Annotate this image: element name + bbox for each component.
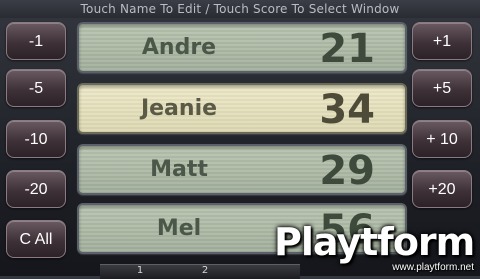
watermark: Playtform www.playtform.net — [274, 220, 475, 274]
page-tab-strip: 1 2 — [100, 264, 300, 279]
player-row[interactable]: Matt 29 — [77, 144, 407, 195]
page-tab-2[interactable]: 2 — [185, 265, 225, 279]
plus-20-button[interactable]: +20 — [412, 170, 472, 208]
instruction-text: Touch Name To Edit / Touch Score To Sele… — [80, 2, 400, 16]
player-name[interactable]: Andre — [79, 24, 279, 71]
player-score[interactable]: 21 — [319, 24, 375, 72]
minus-5-button[interactable]: -5 — [6, 69, 66, 107]
page-tab-1[interactable]: 1 — [120, 265, 160, 279]
player-row[interactable]: Andre 21 — [77, 22, 407, 73]
minus-1-button[interactable]: -1 — [6, 22, 66, 60]
player-name[interactable]: Jeanie — [79, 85, 279, 132]
player-name[interactable]: Mel — [79, 205, 279, 252]
watermark-logo: Playtform — [274, 220, 475, 264]
player-row-selected[interactable]: Jeanie 34 — [77, 83, 407, 134]
plus-1-button[interactable]: +1 — [412, 22, 472, 60]
minus-10-button[interactable]: -10 — [6, 120, 66, 158]
player-score[interactable]: 34 — [319, 85, 375, 133]
plus-10-button[interactable]: + 10 — [412, 120, 472, 158]
minus-20-button[interactable]: -20 — [6, 170, 66, 208]
player-score[interactable]: 29 — [319, 146, 375, 194]
instruction-bar: Touch Name To Edit / Touch Score To Sele… — [0, 0, 480, 18]
clear-all-button[interactable]: C All — [6, 220, 66, 258]
plus-5-button[interactable]: +5 — [412, 69, 472, 107]
player-name[interactable]: Matt — [79, 146, 279, 193]
